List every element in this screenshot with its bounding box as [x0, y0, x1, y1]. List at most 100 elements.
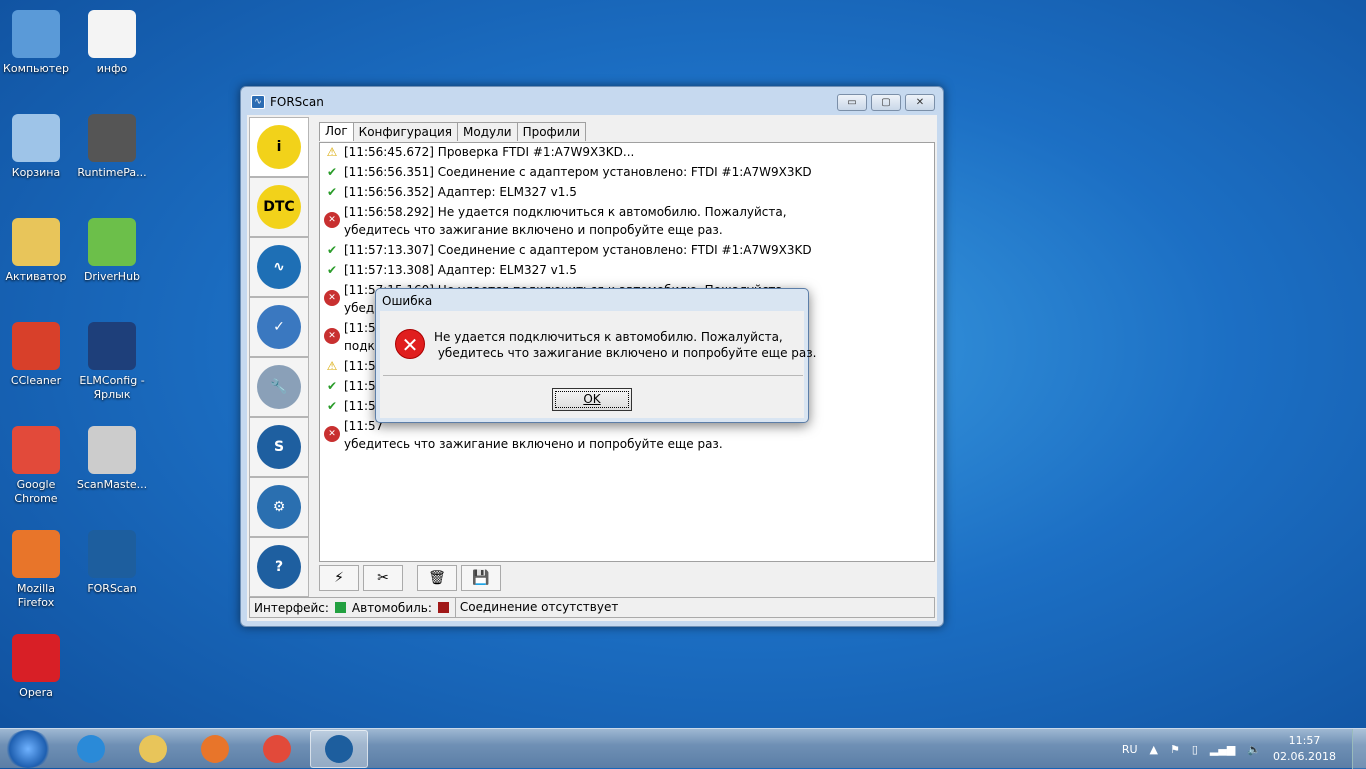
desktop-icon-label: ScanMaste...	[76, 478, 148, 491]
clear-log-button[interactable]: 🗑	[417, 565, 457, 591]
maximize-button[interactable]: ▢	[871, 94, 901, 111]
status-bar: Интерфейс: Автомобиль: Соединение отсутс…	[249, 597, 935, 618]
error-icon: ✕	[324, 426, 340, 442]
success-icon: ✔	[326, 379, 338, 393]
show-desktop-button[interactable]	[1352, 729, 1366, 769]
error-icon: ✕	[324, 290, 340, 306]
sidebar-button-wrench[interactable]: 🔧	[249, 357, 309, 417]
success-icon: ✔	[326, 185, 338, 199]
checklist-icon: ✓	[257, 305, 301, 349]
log-text: [11:57:13.308] Адаптер: ELM327 v1.5	[344, 261, 577, 279]
desktop-icon-label: Opera	[19, 686, 53, 699]
save-button[interactable]: 💾	[461, 565, 501, 591]
oscilloscope-icon: ∿	[257, 245, 301, 289]
disconnect-icon: ✂	[377, 570, 389, 586]
start-button[interactable]	[4, 730, 52, 768]
log-entry: ✔ [11:57:13.307] Соединение с адаптером у…	[320, 241, 934, 259]
log-text: [11:56:56.352] Адаптер: ELM327 v1.5	[344, 183, 577, 201]
sidebar-button-car-info[interactable]: i	[249, 117, 309, 177]
desktop-icon-label: Корзина	[11, 166, 61, 179]
battery-icon[interactable]: ▯	[1192, 743, 1198, 756]
taskbar-internet-explorer[interactable]	[62, 730, 120, 768]
desktop-icon-ccleaner[interactable]: CCleaner	[0, 322, 74, 388]
chip-icon	[88, 426, 136, 474]
sidebar-button-settings-gear[interactable]: ⚙	[249, 477, 309, 537]
desktop-icon-chrome[interactable]: Google Chrome	[0, 426, 74, 506]
disconnect-button[interactable]: ✂	[363, 565, 403, 591]
taskbar-media-player[interactable]	[186, 730, 244, 768]
desktop-icon-text-file[interactable]: инфо	[74, 10, 150, 76]
clear-log-icon: 🗑	[428, 570, 446, 586]
desktop-icon-computer[interactable]: Компьютер	[0, 10, 74, 76]
tab-0[interactable]: Лог	[319, 122, 354, 141]
taskbar-chrome[interactable]	[248, 730, 306, 768]
warning-icon: ⚠	[324, 358, 340, 374]
log-line: [11:57:13.308] Адаптер: ELM327 v1.5	[344, 263, 577, 277]
desktop-icon-chip[interactable]: ScanMaste...	[74, 426, 150, 492]
firefox-icon	[12, 530, 60, 578]
driverhub-icon	[88, 218, 136, 266]
tab-bar: Лог Конфигурация Модули Профили	[319, 122, 587, 141]
sidebar: i DTC ∿ ✓ 🔧 S ⚙?	[249, 117, 309, 597]
computer-icon	[12, 10, 60, 58]
desktop-icon-forscan[interactable]: FORScan	[74, 530, 150, 596]
settings-gear-icon: ⚙	[257, 485, 301, 529]
log-entry: ✔ [11:57:13.308] Адаптер: ELM327 v1.5	[320, 261, 934, 279]
file-explorer-icon	[139, 735, 167, 763]
desktop-icon-folder[interactable]: Активатор	[0, 218, 74, 284]
desktop-icon-driverhub[interactable]: DriverHub	[74, 218, 150, 284]
sidebar-button-chip-config[interactable]: S	[249, 417, 309, 477]
sidebar-button-oscilloscope[interactable]: ∿	[249, 237, 309, 297]
elmconfig-icon	[88, 322, 136, 370]
action-center-flag-icon[interactable]: ⚑	[1170, 743, 1180, 756]
desktop-icon-firefox[interactable]: Mozilla Firefox	[0, 530, 74, 610]
clock[interactable]: 11:57 02.06.2018	[1273, 733, 1336, 765]
connect-button[interactable]: ⚡	[319, 565, 359, 591]
desktop-icon-recycle-bin[interactable]: Корзина	[0, 114, 74, 180]
tab-1[interactable]: Конфигурация	[352, 122, 458, 141]
sidebar-button-help[interactable]: ?	[249, 537, 309, 597]
desktop-icon-label: RuntimePa...	[77, 166, 147, 179]
clock-date: 02.06.2018	[1273, 750, 1336, 763]
taskbar-file-explorer[interactable]	[124, 730, 182, 768]
desktop-icon-elmconfig[interactable]: ELMConfig - Ярлык	[74, 322, 150, 402]
save-icon: 💾	[472, 570, 490, 586]
help-icon: ?	[257, 545, 301, 589]
language-indicator[interactable]: RU	[1122, 743, 1138, 756]
interface-status-indicator	[334, 602, 346, 613]
success-icon: ✔	[326, 243, 338, 257]
car-info-icon: i	[257, 125, 301, 169]
log-text: [11:56:58.292] Не удается подключиться к…	[344, 203, 787, 239]
desktop-icon-gear-app[interactable]: RuntimePa...	[74, 114, 150, 180]
desktop-icon-label: инфо	[96, 62, 128, 75]
chip-config-icon: S	[257, 425, 301, 469]
ok-button[interactable]: OK	[552, 388, 632, 411]
sidebar-button-checklist[interactable]: ✓	[249, 297, 309, 357]
network-signal-icon[interactable]: ▂▄▆	[1210, 743, 1235, 756]
desktop-icon-label: Google Chrome	[14, 478, 58, 505]
minimize-button[interactable]: ▭	[837, 94, 867, 111]
wrench-icon: 🔧	[257, 365, 301, 409]
desktop-icon-label: Активатор	[5, 270, 67, 283]
dtc-icon: DTC	[257, 185, 301, 229]
forscan-icon	[88, 530, 136, 578]
show-hidden-icons-icon[interactable]: ▲	[1150, 743, 1158, 756]
volume-icon[interactable]: 🔈	[1247, 743, 1261, 756]
vehicle-status-indicator	[437, 602, 449, 613]
log-text: [11:56:56.351] Соединение с адаптером ус…	[344, 163, 812, 181]
close-button[interactable]: ✕	[905, 94, 935, 111]
warning-icon: ⚠	[324, 144, 340, 160]
sidebar-button-dtc[interactable]: DTC	[249, 177, 309, 237]
interface-label: Интерфейс:	[254, 600, 329, 615]
tab-3[interactable]: Профили	[516, 122, 587, 141]
tab-2[interactable]: Модули	[457, 122, 518, 141]
success-icon: ✔	[326, 263, 338, 277]
desktop-icon-label: CCleaner	[10, 374, 62, 387]
desktop-icon-opera[interactable]: Opera	[0, 634, 74, 700]
log-line: [11:56:45.672] Проверка FTDI #1:A7W9X3KD…	[344, 145, 635, 159]
taskbar-forscan[interactable]	[310, 730, 368, 768]
dialog-message: Не удается подключиться к автомобилю. По…	[434, 330, 817, 360]
log-entry: ⚠ [11:56:45.672] Проверка FTDI #1:A7W9X3K…	[320, 143, 934, 161]
window-title-bar[interactable]: ∿ FORScan	[251, 95, 324, 109]
forscan-app-icon: ∿	[251, 95, 265, 109]
